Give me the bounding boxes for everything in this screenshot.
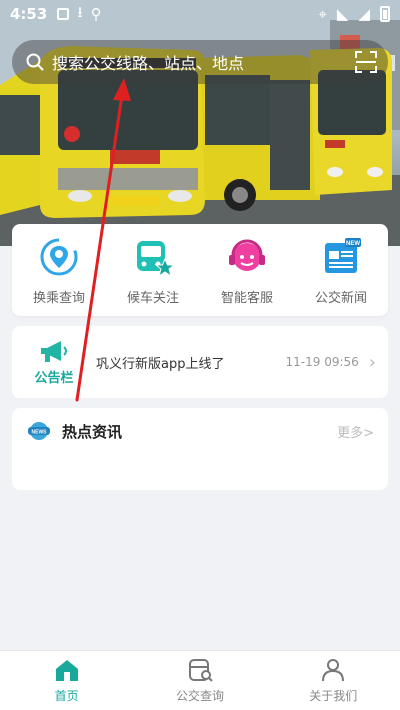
tab-label: 公交查询 bbox=[175, 689, 224, 703]
menu-label: 换乘查询 bbox=[32, 290, 85, 306]
download-icon: ⭳ bbox=[77, 2, 83, 21]
svg-text:NEW: NEW bbox=[346, 241, 360, 247]
hero-banner-photo bbox=[0, 0, 400, 246]
scan-icon[interactable] bbox=[354, 50, 378, 74]
tab-bus-query[interactable]: 公交查询 bbox=[145, 657, 255, 704]
menu-label: 智能客服 bbox=[220, 290, 273, 306]
megaphone-icon bbox=[41, 340, 67, 362]
notice-time: 11-19 09:56 bbox=[285, 355, 359, 369]
signal-icon: ◢ bbox=[358, 5, 370, 23]
battery-icon bbox=[380, 6, 390, 22]
menu-smart-service[interactable]: 智能客服 bbox=[204, 235, 290, 306]
status-bar: 4:53 ⭳ ⚲ ⌖ ◣ ◢ bbox=[0, 0, 400, 28]
hot-news-section: NEWS 热点资讯 更多> bbox=[12, 408, 388, 490]
menu-transfer-query[interactable]: 换乘查询 bbox=[16, 235, 102, 306]
bus-search-icon bbox=[188, 659, 213, 682]
chevron-right-icon: › bbox=[368, 351, 376, 373]
quick-menu: 换乘查询 候车关注 智能客服 NEW 公交新闻 bbox=[12, 224, 388, 316]
search-bar[interactable]: 搜索公交线路、站点、地点 bbox=[12, 40, 388, 84]
tab-label: 关于我们 bbox=[309, 689, 358, 703]
news-badge-icon: NEWS bbox=[28, 422, 50, 440]
hot-news-title: 热点资讯 bbox=[62, 422, 123, 441]
status-time: 4:53 bbox=[10, 5, 48, 23]
image-notification-icon bbox=[57, 8, 70, 20]
notice-text: 巩义行新版app上线了 bbox=[96, 356, 225, 372]
location-pin-icon bbox=[40, 238, 78, 275]
tab-home[interactable]: 首页 bbox=[12, 657, 122, 704]
location-status-icon: ⌖ bbox=[318, 5, 327, 23]
search-icon bbox=[26, 53, 44, 71]
svg-text:NEWS: NEWS bbox=[32, 430, 48, 436]
home-icon bbox=[55, 660, 78, 681]
person-icon bbox=[322, 659, 345, 682]
menu-waiting-follow[interactable]: 候车关注 bbox=[110, 235, 196, 306]
tab-about-us[interactable]: 关于我们 bbox=[278, 657, 388, 704]
newspaper-icon: NEW bbox=[325, 237, 361, 273]
usb-icon: ⚲ bbox=[90, 5, 102, 23]
bottom-nav: 首页 公交查询 关于我们 bbox=[0, 650, 400, 710]
notice-label: 公告栏 bbox=[34, 370, 74, 386]
menu-label: 公交新闻 bbox=[314, 290, 367, 306]
more-link[interactable]: 更多> bbox=[337, 422, 374, 441]
notice-board[interactable]: 公告栏 巩义行新版app上线了 11-19 09:56 › bbox=[12, 326, 388, 398]
tab-label: 首页 bbox=[54, 689, 79, 703]
bus-star-icon bbox=[137, 240, 175, 277]
notice-logo: 公告栏 bbox=[24, 339, 84, 386]
menu-bus-news[interactable]: NEW 公交新闻 bbox=[298, 235, 384, 306]
menu-label: 候车关注 bbox=[126, 290, 179, 306]
wifi-icon: ◣ bbox=[336, 5, 349, 23]
headset-icon bbox=[229, 239, 265, 271]
search-placeholder: 搜索公交线路、站点、地点 bbox=[52, 54, 245, 73]
